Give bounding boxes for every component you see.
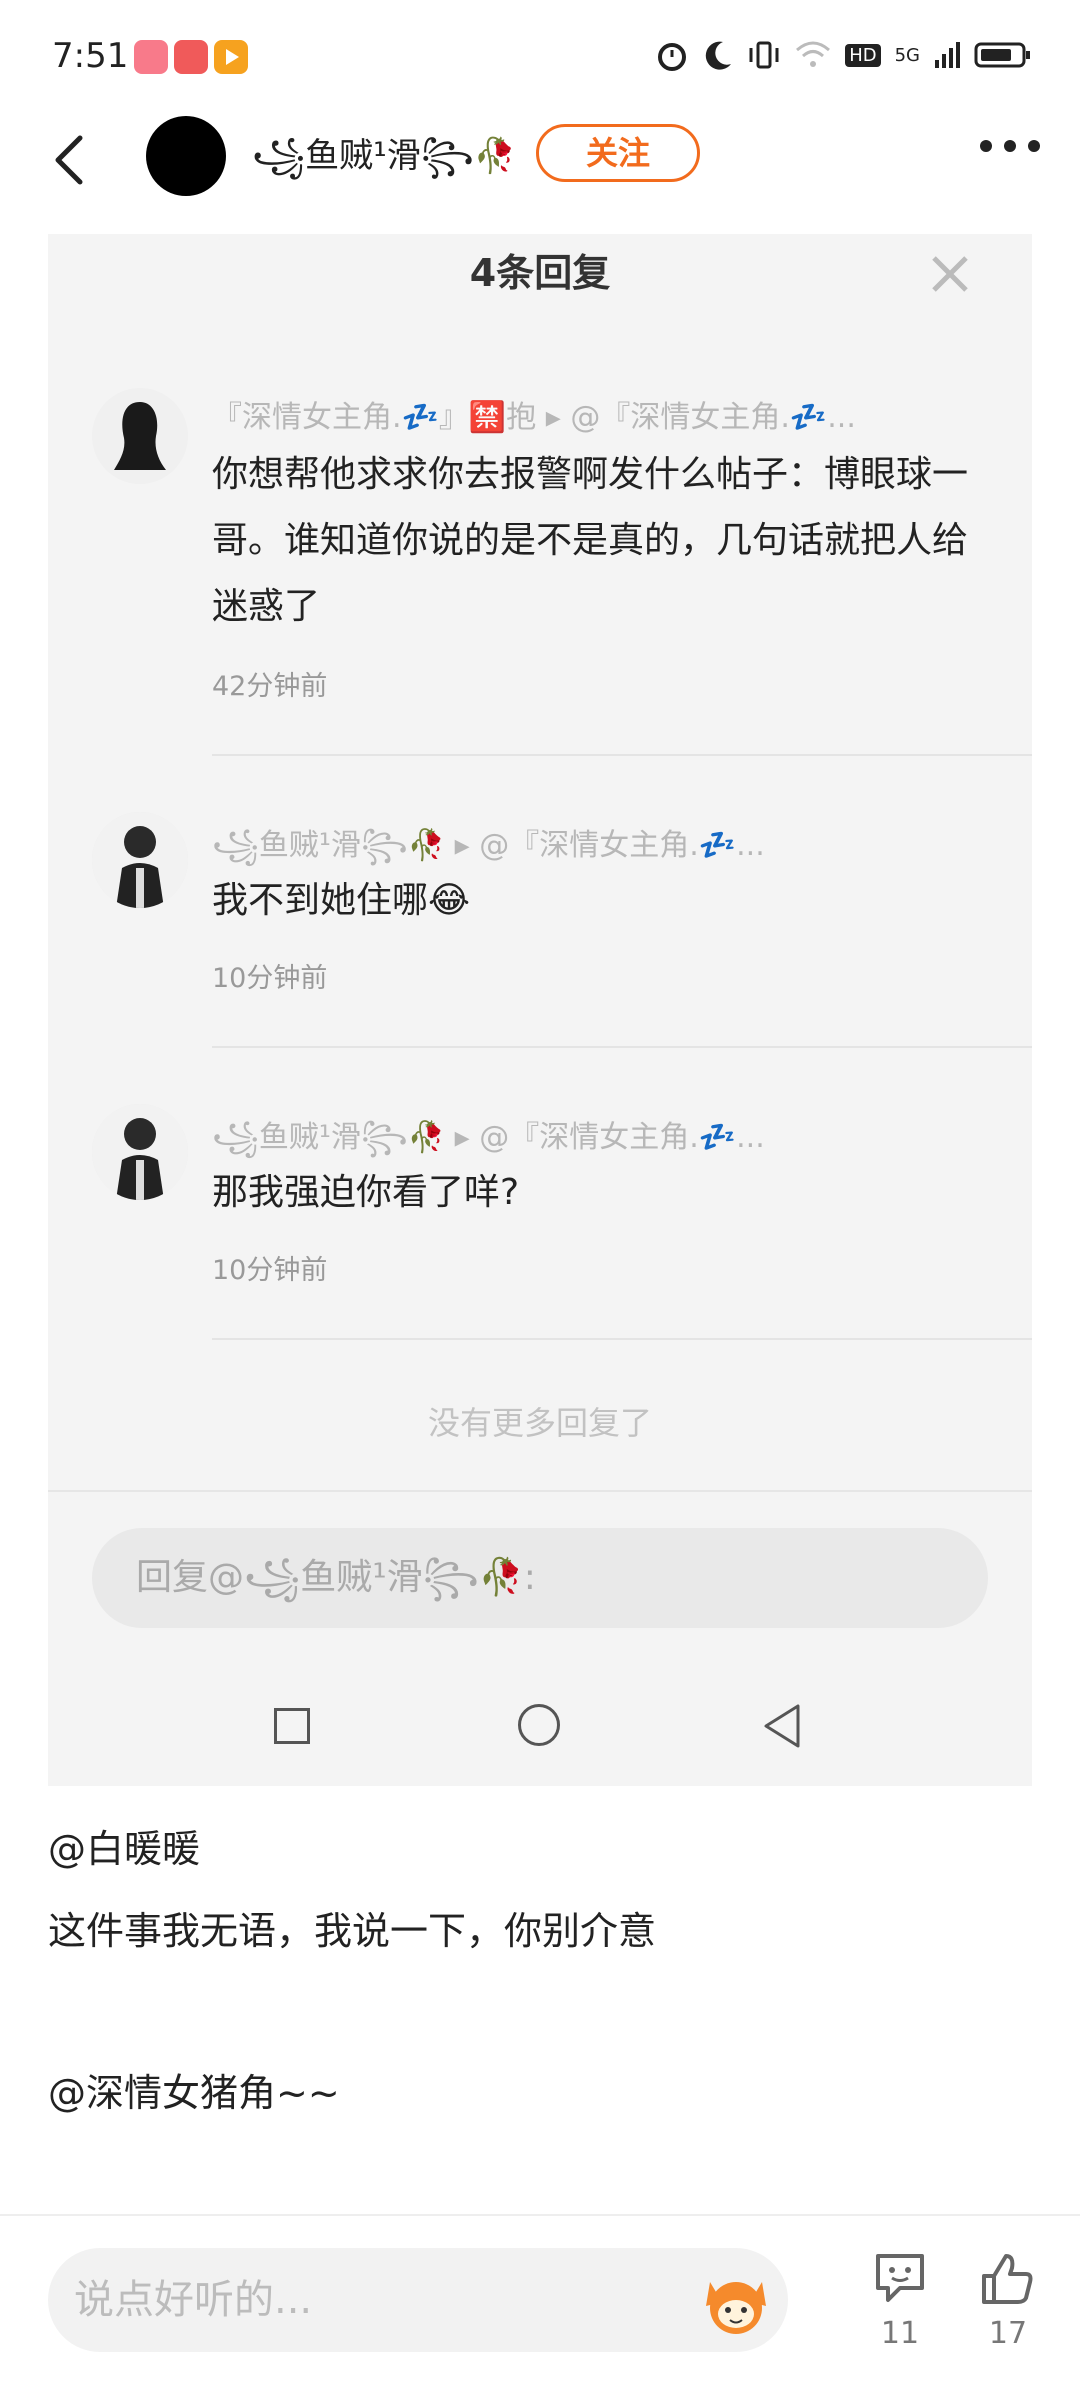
- like-count: 17: [988, 2316, 1028, 2351]
- hd-icon: HD: [845, 43, 881, 67]
- alarm-icon: [658, 43, 687, 71]
- reply-avatar: [92, 388, 188, 484]
- header-username[interactable]: ꧁鱼贼¹滑꧂🥀: [252, 128, 516, 199]
- user-avatar[interactable]: [146, 116, 226, 196]
- signal-5g-label: 5G: [894, 44, 920, 66]
- nav-recents-icon: [274, 1708, 310, 1744]
- moon-icon: [705, 41, 732, 70]
- battery-icon: [974, 42, 1030, 68]
- wifi-icon: [796, 41, 831, 67]
- reply-text: 那我强迫你看了咩?: [212, 1172, 520, 1213]
- notification-play-icon: [214, 40, 248, 74]
- mascot-emoji-icon[interactable]: [696, 2262, 776, 2342]
- notification-app-icon: [134, 40, 168, 74]
- post-mention[interactable]: @深情女猪角~~: [48, 2062, 340, 2117]
- bottom-divider: [0, 2214, 1080, 2216]
- post-mention[interactable]: @白暖暖: [48, 1818, 200, 1873]
- reply-text: 你想帮他求求你去报警啊发什么帖子：博眼球一哥。谁知道你说的是不是真的，几句话就把…: [212, 454, 969, 627]
- reply-avatar: [92, 812, 188, 908]
- nav-home-icon: [518, 1704, 560, 1746]
- reply-time: 10分钟前: [212, 1255, 328, 1286]
- comment-input[interactable]: 说点好听的...: [48, 2248, 788, 2352]
- reply-screenshot: 4条回复 『深情女主角.💤』🈲抱 ▸ @『深情女主角.💤... 你想帮他求求你去…: [48, 234, 1032, 1786]
- more-icon[interactable]: [980, 140, 1040, 152]
- signal-icon: [935, 42, 960, 68]
- status-time: 7:51: [52, 36, 129, 76]
- reply-input: 回复@꧁鱼贼¹滑꧂🥀:: [92, 1528, 988, 1628]
- reply-time: 10分钟前: [212, 963, 328, 994]
- reply-panel-title: 4条回复: [469, 251, 611, 295]
- reply-meta: 『深情女主角.💤』🈲抱 ▸ @『深情女主角.💤...: [212, 400, 856, 435]
- close-icon: [932, 256, 968, 292]
- status-icons: HD 5G: [655, 38, 1032, 72]
- comment-icon[interactable]: [870, 2250, 930, 2306]
- like-icon[interactable]: [978, 2250, 1036, 2308]
- reply-time: 42分钟前: [212, 671, 328, 702]
- panel-divider: [48, 1490, 1032, 1492]
- reply-divider: [212, 754, 1032, 756]
- notification-app-icon: [174, 40, 208, 74]
- reply-text: 我不到她住哪😂: [212, 880, 471, 921]
- post-text: 这件事我无语，我说一下，你别介意: [48, 1909, 657, 1953]
- back-arrow-icon[interactable]: [50, 130, 90, 190]
- reply-divider: [212, 1046, 1032, 1048]
- vibrate-icon: [749, 41, 779, 69]
- reply-avatar: [92, 1104, 188, 1200]
- reply-divider: [212, 1338, 1032, 1340]
- follow-button[interactable]: 关注: [536, 124, 700, 182]
- no-more-replies: 没有更多回复了: [427, 1404, 652, 1442]
- comment-count: 11: [880, 2316, 920, 2351]
- nav-back-icon: [764, 1704, 800, 1748]
